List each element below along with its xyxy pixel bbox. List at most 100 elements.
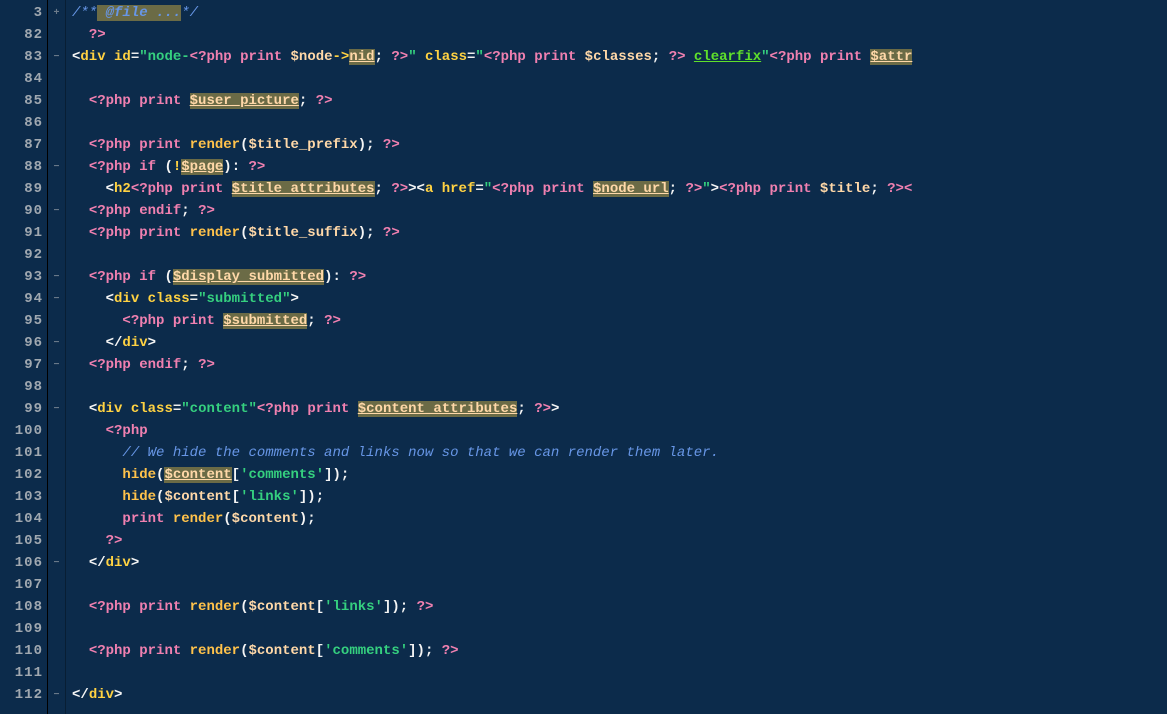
function-token: render [190, 643, 240, 659]
code-line[interactable]: <div class="content"<?php print $content… [72, 398, 1167, 420]
highlighted-variable-token: $node_url [593, 181, 669, 197]
php-open-token: <?php [492, 181, 542, 197]
code-line[interactable]: print render($content); [72, 508, 1167, 530]
code-line[interactable] [72, 112, 1167, 134]
php-close-token: ?> [249, 159, 266, 175]
tag-token: div [97, 401, 122, 417]
attr-token: class [425, 49, 467, 65]
highlighted-variable-token: $display_submitted [173, 269, 324, 285]
code-line[interactable]: <?php print render($title_suffix); ?> [72, 222, 1167, 244]
code-line[interactable]: </div> [72, 552, 1167, 574]
comment-token: */ [181, 5, 198, 21]
line-number: 84 [0, 68, 43, 90]
fold-toggle-icon[interactable]: + [48, 2, 65, 24]
code-line[interactable]: <?php if (!$page): ?> [72, 156, 1167, 178]
line-number: 85 [0, 90, 43, 112]
fold-toggle-icon[interactable]: − [48, 684, 65, 706]
fold-toggle-icon[interactable]: − [48, 156, 65, 178]
variable-token: $title [820, 181, 870, 197]
string-token: links [333, 599, 375, 615]
fold-marker [48, 310, 65, 332]
attr-token: id [114, 49, 131, 65]
function-token: hide [122, 467, 156, 483]
code-line[interactable]: <?php endif; ?> [72, 200, 1167, 222]
php-open-token: <?php [484, 49, 534, 65]
fold-toggle-icon[interactable]: − [48, 552, 65, 574]
highlighted-property-token: nid [349, 49, 374, 65]
php-close-token: ?> [198, 357, 215, 373]
code-line[interactable]: hide($content['comments']); [72, 464, 1167, 486]
php-close-token: ?> [417, 599, 434, 615]
fold-gutter: + − − − − − − − − − − [48, 0, 66, 714]
php-open-token: <?php [89, 643, 139, 659]
fold-toggle-icon[interactable]: − [48, 288, 65, 310]
line-number: 89 [0, 178, 43, 200]
code-line[interactable]: // We hide the comments and links now so… [72, 442, 1167, 464]
fold-toggle-icon[interactable]: − [48, 200, 65, 222]
fold-toggle-icon[interactable]: − [48, 266, 65, 288]
keyword-token: print [139, 643, 189, 659]
function-token: hide [122, 489, 156, 505]
code-line[interactable]: <h2<?php print $title_attributes; ?>><a … [72, 178, 1167, 200]
code-line[interactable]: <?php print $submitted; ?> [72, 310, 1167, 332]
attr-token: href [442, 181, 476, 197]
code-line[interactable]: <?php print render($title_prefix); ?> [72, 134, 1167, 156]
php-close-token: ?> [669, 49, 686, 65]
code-line[interactable]: <div class="submitted"> [72, 288, 1167, 310]
line-number: 3 [0, 2, 43, 24]
code-line[interactable] [72, 574, 1167, 596]
code-line[interactable]: /** @file ...*/ [72, 2, 1167, 24]
line-number: 107 [0, 574, 43, 596]
code-line[interactable]: <?php print render($content['links']); ?… [72, 596, 1167, 618]
code-line[interactable]: </div> [72, 684, 1167, 706]
line-number: 111 [0, 662, 43, 684]
line-number: 86 [0, 112, 43, 134]
code-line[interactable]: <?php print $user_picture; ?> [72, 90, 1167, 112]
fold-marker [48, 464, 65, 486]
fold-marker [48, 662, 65, 684]
code-line[interactable] [72, 618, 1167, 640]
code-line[interactable]: <?php if ($display_submitted): ?> [72, 266, 1167, 288]
php-close-token: ?> [383, 137, 400, 153]
fold-toggle-icon[interactable]: − [48, 398, 65, 420]
fold-toggle-icon[interactable]: − [48, 46, 65, 68]
php-close-token: ?> [391, 181, 408, 197]
fold-marker [48, 442, 65, 464]
function-token: render [190, 225, 240, 241]
code-line[interactable] [72, 662, 1167, 684]
code-line[interactable]: <?php print render($content['comments'])… [72, 640, 1167, 662]
variable-token: $title_prefix [248, 137, 357, 153]
code-line[interactable]: ?> [72, 24, 1167, 46]
line-number: 94 [0, 288, 43, 310]
code-line[interactable] [72, 376, 1167, 398]
variable-token: $content [248, 643, 315, 659]
code-line[interactable]: </div> [72, 332, 1167, 354]
php-open-token: <?php [106, 423, 148, 439]
code-line[interactable] [72, 68, 1167, 90]
fold-toggle-icon[interactable]: − [48, 354, 65, 376]
function-token: render [190, 137, 240, 153]
highlighted-variable-token: $submitted [223, 313, 307, 329]
line-number: 104 [0, 508, 43, 530]
code-line[interactable] [72, 244, 1167, 266]
fold-marker [48, 486, 65, 508]
code-line[interactable]: <?php [72, 420, 1167, 442]
php-close-token: ?> [106, 533, 123, 549]
php-close-token: ?> [89, 27, 106, 43]
php-open-token: <?php [89, 203, 139, 219]
code-editor[interactable]: /** @file ...*/ ?> <div id="node-<?php p… [66, 0, 1167, 714]
variable-token: $title_suffix [248, 225, 357, 241]
code-line[interactable]: hide($content['links']); [72, 486, 1167, 508]
code-line[interactable]: ?> [72, 530, 1167, 552]
keyword-token: print [139, 599, 189, 615]
highlighted-variable-token: $page [181, 159, 223, 175]
code-line[interactable]: <?php endif; ?> [72, 354, 1167, 376]
fold-toggle-icon[interactable]: − [48, 332, 65, 354]
keyword-token: print [181, 181, 231, 197]
comment-token: /** [72, 5, 97, 21]
function-token: render [190, 599, 240, 615]
string-token: content [190, 401, 249, 417]
line-number: 87 [0, 134, 43, 156]
code-line[interactable]: <div id="node-<?php print $node->nid; ?>… [72, 46, 1167, 68]
keyword-token: print [122, 511, 172, 527]
